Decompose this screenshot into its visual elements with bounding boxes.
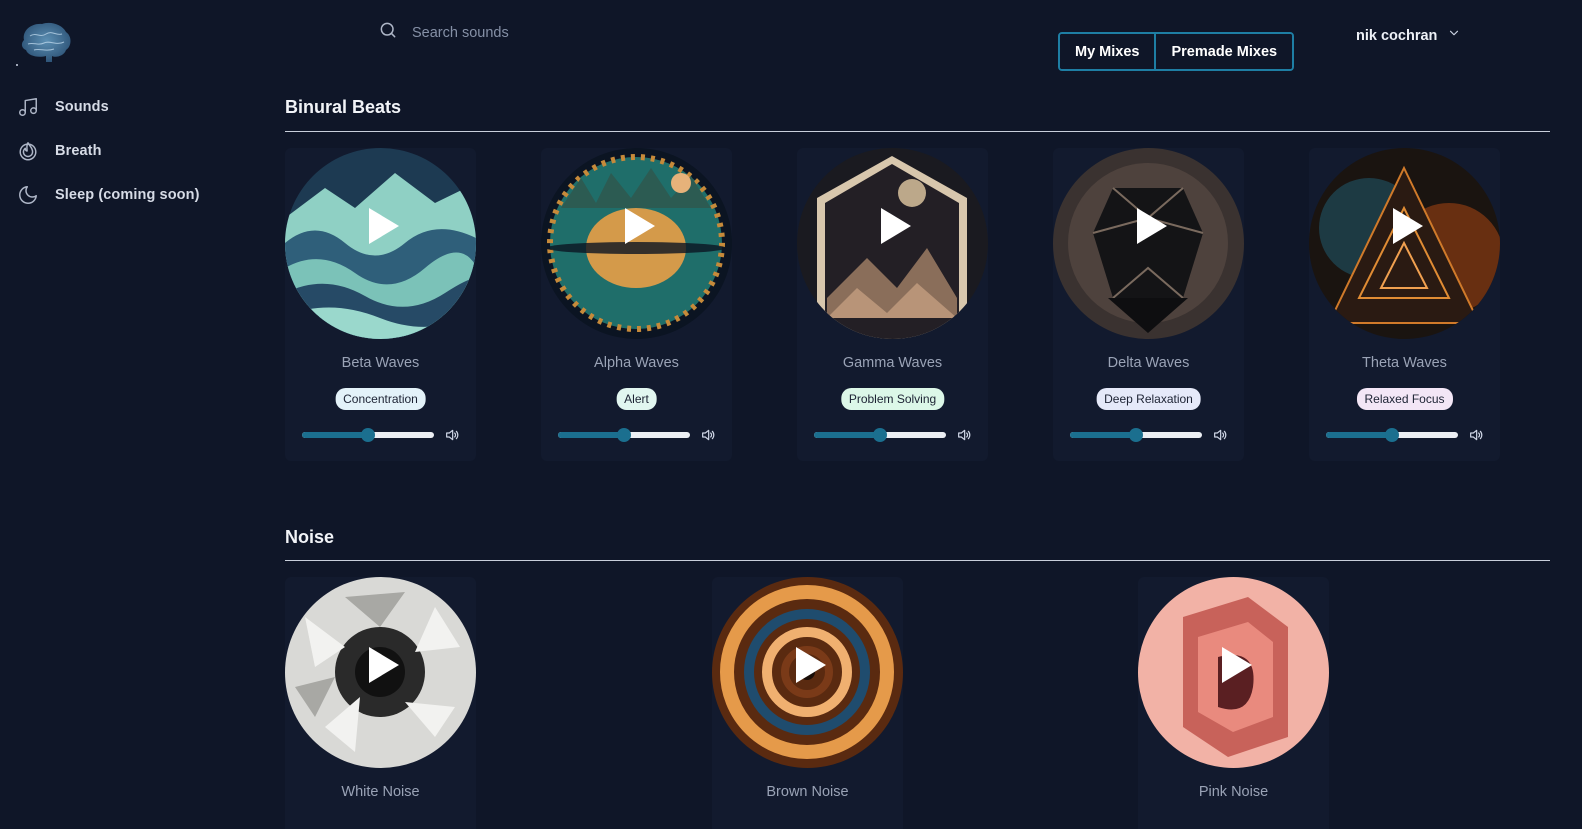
play-icon <box>369 647 399 683</box>
speaker-icon[interactable] <box>700 427 716 443</box>
music-note-icon <box>16 95 40 119</box>
sound-card-gamma: Gamma Waves Problem Solving <box>797 148 988 461</box>
play-icon <box>369 208 399 244</box>
volume-control <box>814 427 974 443</box>
chevron-down-icon <box>1447 26 1461 45</box>
sound-tag: Problem Solving <box>840 388 945 410</box>
sound-card-theta: Theta Waves Relaxed Focus <box>1309 148 1500 461</box>
sound-artwork[interactable] <box>285 148 476 339</box>
sound-card-brown-noise: Brown Noise <box>712 577 903 829</box>
sidebar-item-sleep[interactable]: Sleep (coming soon) <box>16 182 200 208</box>
logo-dot <box>16 64 18 66</box>
sidebar-item-sounds[interactable]: Sounds <box>16 94 200 120</box>
play-icon <box>1393 208 1423 244</box>
my-mixes-button[interactable]: My Mixes <box>1060 34 1155 69</box>
sidebar-item-label: Sleep (coming soon) <box>55 187 200 203</box>
moon-icon <box>16 183 40 207</box>
flame-icon <box>16 139 40 163</box>
sound-artwork[interactable] <box>797 148 988 339</box>
volume-control <box>1070 427 1230 443</box>
sidebar-item-breath[interactable]: Breath <box>16 138 200 164</box>
sound-card-alpha: Alpha Waves Alert <box>541 148 732 461</box>
volume-slider[interactable] <box>302 428 434 442</box>
speaker-icon[interactable] <box>444 427 460 443</box>
sound-card-beta: Beta Waves Concentration <box>285 148 476 461</box>
search-icon <box>378 20 398 45</box>
sound-tag: Concentration <box>335 388 426 410</box>
user-name: nik cochran <box>1356 27 1438 44</box>
sound-title: Beta Waves <box>341 355 420 371</box>
search-bar <box>378 20 712 45</box>
sound-card-white-noise: White Noise <box>285 577 476 829</box>
volume-slider[interactable] <box>1070 428 1202 442</box>
play-icon <box>625 208 655 244</box>
sound-artwork[interactable] <box>712 577 903 768</box>
volume-slider[interactable] <box>1326 428 1458 442</box>
volume-control <box>302 427 462 443</box>
sound-card-pink-noise: Pink Noise <box>1138 577 1329 829</box>
mix-toggle: My Mixes Premade Mixes <box>1058 32 1295 71</box>
volume-slider[interactable] <box>558 428 690 442</box>
volume-slider[interactable] <box>814 428 946 442</box>
sound-artwork[interactable] <box>285 577 476 768</box>
section-title-binural: Binural Beats <box>285 97 402 117</box>
sidebar-item-label: Sounds <box>55 99 109 115</box>
sound-card-delta: Delta Waves Deep Relaxation <box>1053 148 1244 461</box>
section-title-noise: Noise <box>285 527 335 547</box>
sidebar-nav: Sounds Breath Sleep (coming soon) <box>16 94 200 226</box>
sound-artwork[interactable] <box>1138 577 1329 768</box>
play-icon <box>1137 208 1167 244</box>
volume-control <box>1326 427 1486 443</box>
sound-tag: Alert <box>616 388 657 410</box>
play-icon <box>1222 647 1252 683</box>
sound-artwork[interactable] <box>1053 148 1244 339</box>
sound-title: Theta Waves <box>1362 355 1447 371</box>
sound-tag: Deep Relaxation <box>1096 388 1201 410</box>
speaker-icon[interactable] <box>1212 427 1228 443</box>
sound-title: White Noise <box>341 784 420 800</box>
speaker-icon[interactable] <box>1468 427 1484 443</box>
brain-logo-icon[interactable] <box>16 18 74 66</box>
play-icon <box>796 647 826 683</box>
sound-artwork[interactable] <box>1309 148 1500 339</box>
sound-title: Pink Noise <box>1198 784 1269 800</box>
sidebar-item-label: Breath <box>55 143 102 159</box>
play-icon <box>881 208 911 244</box>
user-menu[interactable]: nik cochran <box>1356 26 1461 45</box>
sound-title: Gamma Waves <box>842 355 943 371</box>
search-input[interactable] <box>412 24 712 41</box>
sound-artwork[interactable] <box>541 148 732 339</box>
volume-control <box>558 427 718 443</box>
sidebar: Sounds Breath Sleep (coming soon) <box>0 0 260 829</box>
sound-title: Alpha Waves <box>594 355 679 371</box>
sound-tag: Relaxed Focus <box>1356 388 1453 410</box>
section-divider <box>285 560 1550 561</box>
sound-title: Brown Noise <box>766 784 849 800</box>
speaker-icon[interactable] <box>956 427 972 443</box>
sound-title: Delta Waves <box>1107 355 1190 371</box>
section-divider <box>285 131 1550 132</box>
premade-mixes-button[interactable]: Premade Mixes <box>1154 34 1293 69</box>
